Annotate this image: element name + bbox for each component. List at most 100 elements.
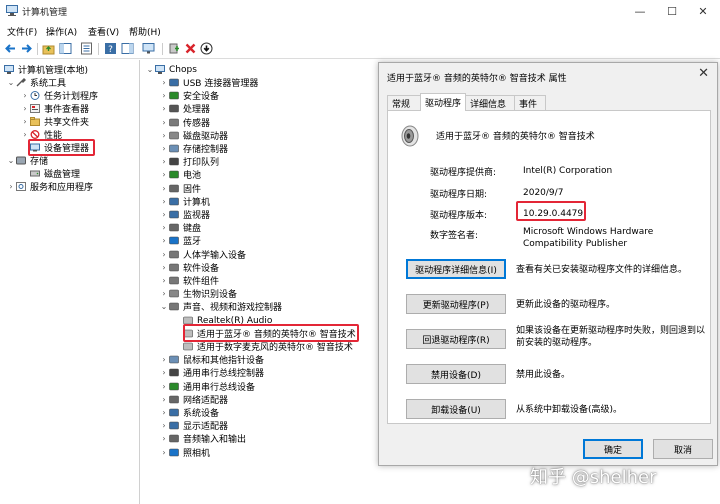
chevron-right-icon[interactable]: › bbox=[159, 355, 169, 364]
menu-help[interactable]: 帮助(H) bbox=[129, 25, 161, 38]
chevron-right-icon[interactable]: › bbox=[159, 368, 169, 377]
chevron-right-icon[interactable]: › bbox=[159, 197, 169, 206]
device-category-item[interactable]: › 键盘 bbox=[159, 221, 201, 234]
device-category-icon bbox=[169, 144, 179, 153]
device-category-item[interactable]: › 电池 bbox=[159, 168, 201, 181]
device-category-item[interactable]: › 固件 bbox=[159, 182, 201, 195]
chevron-right-icon[interactable]: › bbox=[159, 78, 169, 87]
chevron-right-icon[interactable]: › bbox=[159, 289, 169, 298]
forward-arrow-icon[interactable] bbox=[20, 42, 33, 55]
device-category-item[interactable]: › 音频输入和输出 bbox=[159, 432, 246, 445]
device-category-item[interactable]: › USB 连接器管理器 bbox=[159, 76, 258, 89]
device-category-item[interactable]: › 软件设备 bbox=[159, 261, 219, 274]
properties-icon[interactable] bbox=[80, 42, 93, 55]
chevron-down-icon[interactable]: ⌄ bbox=[145, 65, 155, 74]
download-driver-icon[interactable] bbox=[200, 42, 213, 55]
chevron-right-icon[interactable]: › bbox=[20, 91, 30, 100]
uninstall-x-icon[interactable] bbox=[184, 42, 197, 55]
device-category-item[interactable]: › 照相机 bbox=[159, 446, 210, 459]
tab-general[interactable]: 常规 bbox=[387, 95, 421, 110]
update-driver-button[interactable]: 更新驱动程序(P) bbox=[406, 294, 506, 314]
chevron-right-icon[interactable]: › bbox=[159, 118, 169, 127]
tree-item-storage[interactable]: ⌄ 存储 bbox=[6, 154, 48, 167]
device-tree-root[interactable]: ⌄ Chops bbox=[145, 63, 197, 76]
chevron-right-icon[interactable]: › bbox=[6, 182, 16, 191]
tree-item-disk-management[interactable]: 磁盘管理 bbox=[30, 167, 80, 180]
device-category-item[interactable]: › 计算机 bbox=[159, 195, 210, 208]
chevron-right-icon[interactable]: › bbox=[159, 131, 169, 140]
ok-button[interactable]: 确定 bbox=[583, 439, 643, 459]
device-category-item[interactable]: › 传感器 bbox=[159, 116, 210, 129]
chevron-right-icon[interactable]: › bbox=[159, 382, 169, 391]
device-category-item[interactable]: › 网络适配器 bbox=[159, 393, 228, 406]
device-category-item[interactable]: › 安全设备 bbox=[159, 89, 219, 102]
chevron-right-icon[interactable]: › bbox=[159, 210, 169, 219]
back-arrow-icon[interactable] bbox=[4, 42, 17, 55]
device-category-item[interactable]: › 蓝牙 bbox=[159, 234, 201, 247]
tree-item-services-apps[interactable]: › 服务和应用程序 bbox=[6, 180, 93, 193]
chevron-right-icon[interactable]: › bbox=[159, 184, 169, 193]
device-category-item[interactable]: ⌄ 声音、视频和游戏控制器 bbox=[159, 300, 282, 313]
device-category-item[interactable]: › 处理器 bbox=[159, 102, 210, 115]
tab-events[interactable]: 事件 bbox=[514, 95, 546, 110]
dialog-close-button[interactable]: ✕ bbox=[698, 66, 709, 81]
roll-back-driver-button[interactable]: 回退驱动程序(R) bbox=[406, 329, 506, 349]
audio-device-item[interactable]: 适用于数字麦克风的英特尔® 智音技术 bbox=[173, 340, 353, 353]
chevron-right-icon[interactable]: › bbox=[20, 130, 30, 139]
chevron-right-icon[interactable]: › bbox=[159, 276, 169, 285]
chevron-right-icon[interactable]: › bbox=[159, 236, 169, 245]
help-icon[interactable]: ? bbox=[104, 42, 117, 55]
chevron-right-icon[interactable]: › bbox=[20, 117, 30, 126]
device-category-item[interactable]: › 通用串行总线控制器 bbox=[159, 366, 264, 379]
tree-item-system-tools[interactable]: ⌄ 系统工具 bbox=[6, 76, 66, 89]
cancel-button[interactable]: 取消 bbox=[653, 439, 713, 459]
tree-item-task-scheduler[interactable]: › 任务计划程序 bbox=[20, 89, 98, 102]
chevron-right-icon[interactable]: › bbox=[159, 170, 169, 179]
tree-item-shared-folders[interactable]: › 共享文件夹 bbox=[20, 115, 89, 128]
tree-root-computer-management[interactable]: 计算机管理(本地) bbox=[4, 63, 88, 76]
chevron-right-icon[interactable]: › bbox=[20, 104, 30, 113]
uninstall-device-button[interactable]: 卸载设备(U) bbox=[406, 399, 506, 419]
menu-action[interactable]: 操作(A) bbox=[46, 25, 77, 38]
disable-device-button[interactable]: 禁用设备(D) bbox=[406, 364, 506, 384]
chevron-right-icon[interactable]: › bbox=[159, 408, 169, 417]
device-category-icon bbox=[169, 250, 179, 259]
monitor-icon[interactable] bbox=[142, 42, 155, 55]
tab-details[interactable]: 详细信息 bbox=[465, 95, 515, 110]
menu-view[interactable]: 查看(V) bbox=[88, 25, 119, 38]
device-category-item[interactable]: › 打印队列 bbox=[159, 155, 219, 168]
device-category-item[interactable]: › 软件组件 bbox=[159, 274, 219, 287]
device-category-item[interactable]: › 监视器 bbox=[159, 208, 210, 221]
up-folder-icon[interactable] bbox=[42, 42, 55, 55]
chevron-right-icon[interactable]: › bbox=[159, 223, 169, 232]
device-category-item[interactable]: › 系统设备 bbox=[159, 406, 219, 419]
device-category-item[interactable]: › 磁盘驱动器 bbox=[159, 129, 228, 142]
tree-item-event-viewer[interactable]: › 事件查看器 bbox=[20, 102, 89, 115]
scan-hardware-icon[interactable] bbox=[168, 42, 181, 55]
device-category-item[interactable]: › 鼠标和其他指针设备 bbox=[159, 353, 264, 366]
device-category-item[interactable]: › 生物识别设备 bbox=[159, 287, 237, 300]
chevron-right-icon[interactable]: › bbox=[159, 144, 169, 153]
chevron-down-icon[interactable]: ⌄ bbox=[159, 302, 169, 311]
chevron-right-icon[interactable]: › bbox=[159, 250, 169, 259]
device-category-item[interactable]: › 存储控制器 bbox=[159, 142, 228, 155]
show-hide-tree-icon[interactable] bbox=[59, 42, 72, 55]
chevron-right-icon[interactable]: › bbox=[159, 395, 169, 404]
chevron-right-icon[interactable]: › bbox=[159, 104, 169, 113]
chevron-right-icon[interactable]: › bbox=[159, 434, 169, 443]
driver-details-button[interactable]: 驱动程序详细信息(I) bbox=[406, 259, 506, 279]
chevron-right-icon[interactable]: › bbox=[159, 263, 169, 272]
chevron-down-icon[interactable]: ⌄ bbox=[6, 156, 16, 165]
device-category-item[interactable]: › 人体学输入设备 bbox=[159, 248, 246, 261]
device-category-item[interactable]: › 显示适配器 bbox=[159, 419, 228, 432]
close-button[interactable]: ✕ bbox=[683, 0, 720, 22]
chevron-right-icon[interactable]: › bbox=[159, 91, 169, 100]
device-category-item[interactable]: › 通用串行总线设备 bbox=[159, 380, 255, 393]
chevron-right-icon[interactable]: › bbox=[159, 448, 169, 457]
chevron-down-icon[interactable]: ⌄ bbox=[6, 78, 16, 87]
tab-driver[interactable]: 驱动程序 bbox=[420, 93, 466, 111]
chevron-right-icon[interactable]: › bbox=[159, 421, 169, 430]
menu-file[interactable]: 文件(F) bbox=[7, 25, 37, 38]
action-pane-icon[interactable] bbox=[121, 42, 134, 55]
chevron-right-icon[interactable]: › bbox=[159, 157, 169, 166]
